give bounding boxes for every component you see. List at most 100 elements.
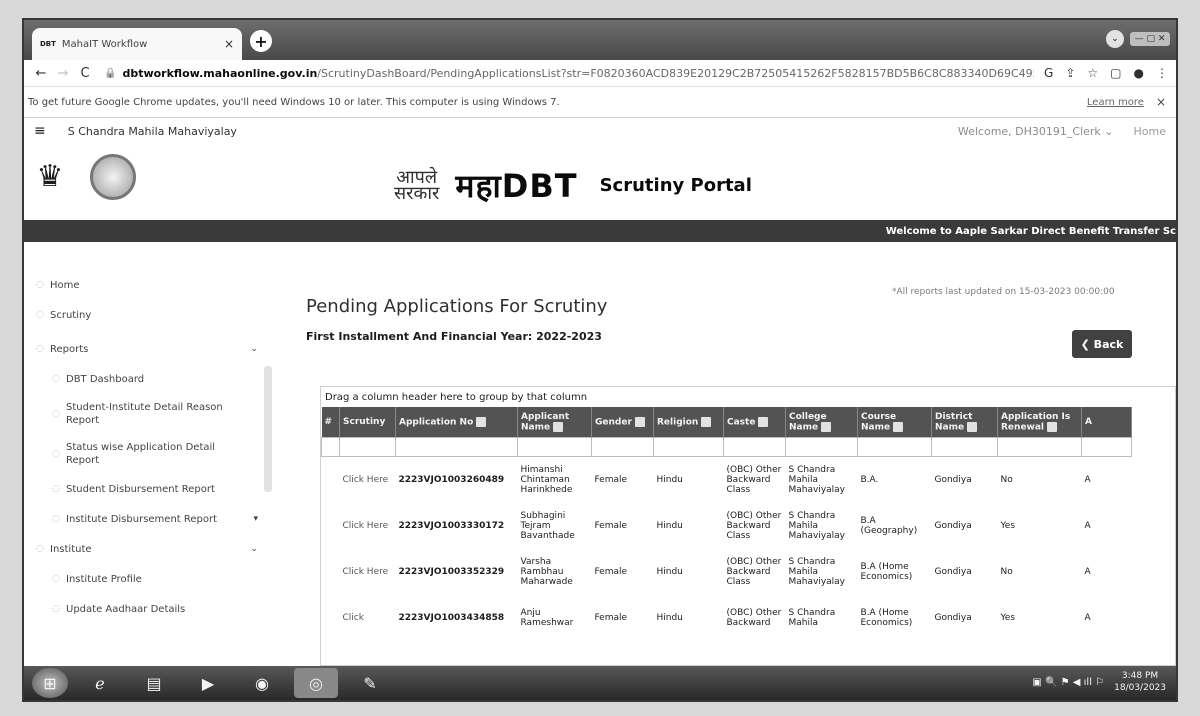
- col-header-course-name[interactable]: Course Name: [857, 407, 932, 438]
- col-header-college-name[interactable]: College Name: [785, 407, 858, 438]
- sidebar-icon[interactable]: ▢: [1110, 66, 1121, 80]
- back-button[interactable]: ❮ Back: [1072, 330, 1132, 358]
- filter-input[interactable]: [997, 437, 1082, 457]
- filter-input[interactable]: [395, 437, 518, 457]
- new-tab-button[interactable]: +: [250, 30, 272, 52]
- infobar-close-icon[interactable]: ×: [1156, 95, 1166, 109]
- chrome-icon[interactable]: ◎: [294, 668, 338, 698]
- col-header-renewal[interactable]: Application Is Renewal: [997, 407, 1082, 438]
- clock-date: 18/03/2023: [1114, 683, 1166, 693]
- group-by-panel[interactable]: Drag a column header here to group by th…: [321, 387, 1175, 407]
- filter-icon[interactable]: [1047, 421, 1058, 432]
- learn-more-link[interactable]: Learn more: [1087, 97, 1144, 108]
- sidebar-item-institute-profile[interactable]: ◌ Institute Profile: [24, 564, 274, 594]
- col-header-index: #: [321, 407, 340, 438]
- sidebar-item-status-wise-report[interactable]: ◌ Status wise Application Detail Report: [24, 434, 274, 474]
- application-no-cell: 2223VJO1003260489: [398, 475, 505, 485]
- click-here-link[interactable]: Click Here: [340, 549, 396, 595]
- scroll-down-icon[interactable]: ▾: [253, 514, 258, 524]
- filter-icon[interactable]: [821, 421, 832, 432]
- filter-icon[interactable]: [967, 421, 978, 432]
- window-buttons[interactable]: — ▢ ✕: [1130, 32, 1170, 46]
- col-header-applicant-name[interactable]: Applicant Name: [517, 407, 592, 438]
- col-header-application-no[interactable]: Application No: [395, 407, 518, 438]
- sidebar-item-scrutiny[interactable]: ◌ Scrutiny: [24, 300, 274, 330]
- media-player-icon[interactable]: ▶: [186, 668, 230, 698]
- col-header-district-name[interactable]: District Name: [931, 407, 998, 438]
- reload-icon[interactable]: C: [76, 66, 94, 81]
- clock[interactable]: 3:48 PM 18/03/2023: [1114, 670, 1166, 694]
- sidebar-item-update-aadhaar[interactable]: ◌ Update Aadhaar Details: [24, 594, 274, 624]
- chevron-down-icon[interactable]: ⌄: [1106, 30, 1124, 48]
- tab-title: MahaIT Workflow: [61, 38, 148, 50]
- ie-icon[interactable]: ℯ: [78, 668, 122, 698]
- extra-cell: A: [1084, 613, 1091, 623]
- filter-input[interactable]: [931, 437, 998, 457]
- sidebar-item-student-disbursement[interactable]: ◌ Student Disbursement Report: [24, 474, 274, 504]
- sidebar-scrollbar[interactable]: [264, 366, 272, 492]
- filter-input[interactable]: [723, 437, 786, 457]
- filter-input[interactable]: [653, 437, 724, 457]
- filter-icon[interactable]: [758, 416, 769, 427]
- filter-input[interactable]: [785, 437, 858, 457]
- sidebar-item-institute-disbursement[interactable]: ◌ Institute Disbursement Report ▾: [24, 504, 274, 534]
- col-header-religion[interactable]: Religion: [653, 407, 724, 438]
- col-header-label: Religion: [657, 417, 699, 428]
- tray-icons[interactable]: ▣ 🔍 ⚑ ◀ ıll ⚐: [1032, 677, 1104, 688]
- district-cell: Gondiya: [934, 567, 972, 577]
- applicant-name-cell: Subhagini Tejram Bavanthade: [520, 511, 575, 541]
- sidebar-item-student-institute-report[interactable]: ◌ Student-Institute Detail Reason Report: [24, 394, 274, 434]
- filter-input[interactable]: [1081, 437, 1132, 457]
- folder-icon[interactable]: ▤: [132, 668, 176, 698]
- address-bar[interactable]: 🔒 dbtworkflow.mahaonline.gov.in/Scrutiny…: [104, 67, 1034, 80]
- course-name-cell: B.A (Geography): [860, 516, 918, 536]
- user-menu[interactable]: Welcome, DH30191_Clerk ⌄: [958, 125, 1114, 138]
- sidebar-item-dbt-dashboard[interactable]: ◌ DBT Dashboard: [24, 364, 274, 394]
- col-header-scrutiny[interactable]: Scrutiny: [339, 407, 396, 438]
- home-link[interactable]: Home: [1134, 125, 1166, 138]
- firefox-icon[interactable]: ◉: [240, 668, 284, 698]
- star-icon[interactable]: ☆: [1087, 66, 1098, 80]
- filter-cell: [339, 437, 396, 457]
- click-here-link[interactable]: Click: [340, 595, 396, 641]
- system-tray: ▣ 🔍 ⚑ ◀ ıll ⚐ 3:48 PM 18/03/2023: [1032, 670, 1166, 694]
- click-here-link[interactable]: Click Here: [340, 503, 396, 549]
- main-area: ◌ Home ◌ Scrutiny ◌ Reports ⌄ ◌ DBT Dash…: [24, 266, 1176, 666]
- sidebar-item-reports[interactable]: ◌ Reports ⌄: [24, 334, 274, 364]
- filter-input[interactable]: [857, 437, 932, 457]
- filter-icon[interactable]: [476, 416, 487, 427]
- caste-cell: (OBC) Other Backward: [726, 608, 782, 628]
- lock-icon: 🔒: [104, 67, 117, 79]
- hamburger-menu-icon[interactable]: ≡: [34, 123, 46, 139]
- filter-icon[interactable]: [893, 421, 904, 432]
- click-here-link[interactable]: Click Here: [340, 457, 396, 504]
- application-no-cell: 2223VJO1003434858: [398, 613, 505, 623]
- sidebar-item-home[interactable]: ◌ Home: [24, 270, 274, 300]
- profile-icon[interactable]: ●: [1134, 66, 1144, 80]
- filter-icon[interactable]: [553, 421, 564, 432]
- applications-grid: Drag a column header here to group by th…: [320, 386, 1176, 666]
- google-icon[interactable]: G: [1044, 66, 1053, 80]
- col-header-gender[interactable]: Gender: [591, 407, 654, 438]
- back-arrow-icon[interactable]: ←: [32, 66, 50, 81]
- filter-input[interactable]: [591, 437, 654, 457]
- col-header-extra[interactable]: A: [1081, 407, 1132, 438]
- share-icon[interactable]: ⇪: [1065, 66, 1075, 80]
- col-header-label: Application No: [399, 417, 474, 428]
- religion-cell: Hindu: [656, 475, 683, 485]
- col-header-caste[interactable]: Caste: [723, 407, 786, 438]
- filter-input[interactable]: [517, 437, 592, 457]
- paint-icon[interactable]: ✎: [348, 668, 392, 698]
- filter-icon[interactable]: [634, 416, 645, 427]
- start-button[interactable]: ⊞: [32, 668, 68, 698]
- sidebar-item-label: Institute: [50, 543, 92, 555]
- menu-icon[interactable]: ⋮: [1156, 66, 1168, 80]
- forward-arrow-icon[interactable]: →: [54, 66, 72, 81]
- browser-tab[interactable]: DBT MahaIT Workflow ×: [32, 28, 242, 60]
- tab-close-icon[interactable]: ×: [224, 37, 234, 51]
- gender-cell: Female: [594, 567, 628, 577]
- url-path: /ScrutinyDashBoard/PendingApplicationsLi…: [317, 66, 1035, 80]
- filter-icon[interactable]: [701, 416, 712, 427]
- url-domain: dbtworkflow.mahaonline.gov.in: [122, 66, 318, 80]
- sidebar-item-institute[interactable]: ◌ Institute ⌄: [24, 534, 274, 564]
